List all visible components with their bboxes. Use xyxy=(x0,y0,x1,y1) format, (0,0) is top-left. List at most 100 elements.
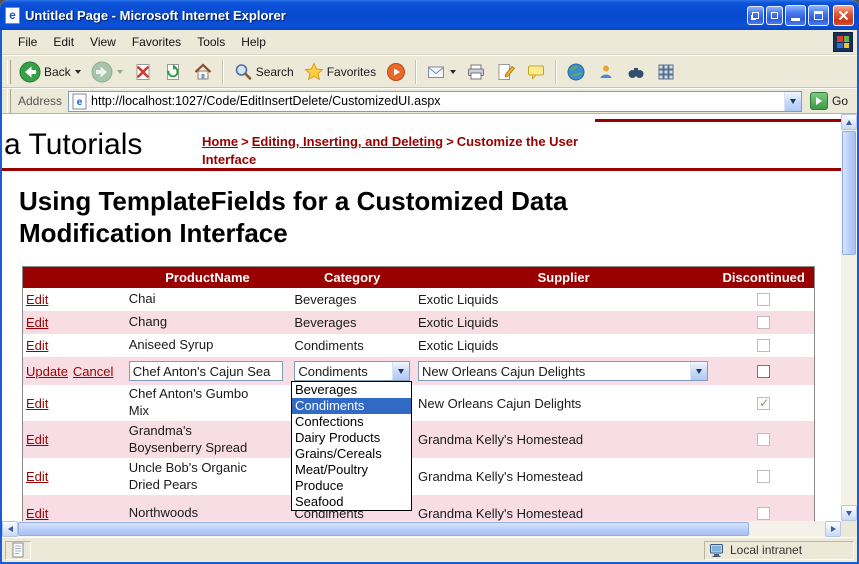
edit-link[interactable]: Edit xyxy=(26,315,48,330)
category-cell: Condiments xyxy=(290,334,414,357)
edit-link[interactable]: Edit xyxy=(26,292,48,307)
stop-button[interactable] xyxy=(128,58,158,86)
header-supplier: Supplier xyxy=(414,267,713,288)
vertical-scrollbar[interactable] xyxy=(841,114,857,521)
media-button[interactable] xyxy=(381,58,411,86)
globe-icon xyxy=(566,62,586,82)
menu-help[interactable]: Help xyxy=(233,32,274,52)
search-button[interactable]: Search xyxy=(228,58,299,86)
menu-file[interactable]: File xyxy=(10,32,45,52)
edit-link[interactable]: Edit xyxy=(26,338,48,353)
edit-button[interactable] xyxy=(491,58,521,86)
menu-tools[interactable]: Tools xyxy=(189,32,233,52)
product-name: Chang xyxy=(129,314,167,331)
back-button[interactable]: Back xyxy=(14,58,86,86)
edit-link[interactable]: Edit xyxy=(26,432,48,447)
toolbar-grip[interactable] xyxy=(7,60,11,84)
scroll-left-button[interactable] xyxy=(2,521,18,537)
horizontal-scrollbar-thumb[interactable] xyxy=(18,522,749,536)
research-button[interactable] xyxy=(561,58,591,86)
document-icon xyxy=(11,542,25,558)
window-tool-button-2[interactable] xyxy=(766,6,783,25)
back-label: Back xyxy=(44,65,71,79)
table-row: Edit Chai Beverages Exotic Liquids xyxy=(23,288,814,311)
address-input[interactable]: e http://localhost:1027/Code/EditInsertD… xyxy=(68,91,802,112)
product-name: Chai xyxy=(129,291,156,308)
print-button[interactable] xyxy=(461,58,491,86)
messenger-icon xyxy=(596,62,616,82)
windows-stack-icon xyxy=(752,12,759,19)
breadcrumb-separator: > xyxy=(238,134,252,149)
back-dropdown-chevron[interactable] xyxy=(75,70,81,74)
forward-dropdown-chevron[interactable] xyxy=(117,70,123,74)
discontinued-checkbox xyxy=(757,293,770,306)
find-button[interactable] xyxy=(621,58,651,86)
select-arrow-button[interactable] xyxy=(392,362,409,380)
header-rule-right xyxy=(595,119,841,122)
menu-edit[interactable]: Edit xyxy=(45,32,82,52)
dropdown-option[interactable]: Grains/Cereals xyxy=(292,446,411,462)
quick-tabs-button[interactable] xyxy=(651,58,681,86)
horizontal-scrollbar[interactable] xyxy=(2,521,841,537)
dropdown-option[interactable]: Seafood xyxy=(292,494,411,510)
arrow-down-icon xyxy=(846,511,852,516)
minimize-button[interactable] xyxy=(785,5,806,26)
dropdown-option-selected[interactable]: Condiments xyxy=(292,398,411,414)
supplier-cell: Exotic Liquids xyxy=(414,334,713,357)
minimize-icon xyxy=(791,18,800,21)
home-button[interactable] xyxy=(188,58,218,86)
refresh-button[interactable] xyxy=(158,58,188,86)
discontinued-checkbox xyxy=(757,339,770,352)
window-tool-button-1[interactable] xyxy=(747,6,764,25)
select-arrow-button[interactable] xyxy=(690,362,707,380)
close-button[interactable] xyxy=(833,5,854,26)
breadcrumb-section-link[interactable]: Editing, Inserting, and Deleting xyxy=(252,134,443,149)
favorites-button[interactable]: Favorites xyxy=(299,58,381,86)
table-row: Edit Aniseed Syrup Condiments Exotic Liq… xyxy=(23,334,814,357)
dropdown-option[interactable]: Produce xyxy=(292,478,411,494)
messenger-button[interactable] xyxy=(591,58,621,86)
breadcrumb-home-link[interactable]: Home xyxy=(202,134,238,149)
status-page-pane xyxy=(5,541,31,560)
discuss-button[interactable] xyxy=(521,58,551,86)
forward-button[interactable] xyxy=(86,58,128,86)
dropdown-option[interactable]: Meat/Poultry xyxy=(292,462,411,478)
refresh-icon xyxy=(163,62,183,82)
update-link[interactable]: Update xyxy=(26,364,68,379)
toolbar-separator xyxy=(415,60,417,84)
scroll-down-button[interactable] xyxy=(841,505,857,521)
mail-button[interactable] xyxy=(421,58,461,86)
scroll-up-button[interactable] xyxy=(841,114,857,130)
cancel-link[interactable]: Cancel xyxy=(73,364,113,379)
edit-link[interactable]: Edit xyxy=(26,396,48,411)
title-bar[interactable]: e Untitled Page - Microsoft Internet Exp… xyxy=(0,0,859,30)
supplier-select[interactable]: New Orleans Cajun Delights xyxy=(418,361,708,381)
vertical-scrollbar-thumb[interactable] xyxy=(842,131,856,255)
mail-dropdown-chevron[interactable] xyxy=(450,70,456,74)
dropdown-option[interactable]: Confections xyxy=(292,414,411,430)
edit-link[interactable]: Edit xyxy=(26,506,48,521)
go-button[interactable]: Go xyxy=(808,91,853,111)
scroll-right-button[interactable] xyxy=(825,521,841,537)
product-name: Aniseed Syrup xyxy=(129,337,214,354)
menu-view[interactable]: View xyxy=(82,32,124,52)
product-name-input[interactable]: Chef Anton's Cajun Sea xyxy=(129,361,283,381)
toolbar-separator xyxy=(222,60,224,84)
edit-link[interactable]: Edit xyxy=(26,469,48,484)
discuss-icon xyxy=(526,62,546,82)
ie-page-icon: e xyxy=(5,7,20,24)
supplier-cell: Exotic Liquids xyxy=(414,311,713,334)
maximize-button[interactable] xyxy=(808,5,829,26)
menu-favorites[interactable]: Favorites xyxy=(124,32,189,52)
category-select[interactable]: Condiments xyxy=(294,361,410,381)
dropdown-option[interactable]: Beverages xyxy=(292,382,411,398)
addressbar-grip[interactable] xyxy=(7,89,11,113)
print-icon xyxy=(466,62,486,82)
products-grid: ProductName Category Supplier Discontinu… xyxy=(22,266,815,533)
category-cell: Beverages xyxy=(290,288,414,311)
discontinued-checkbox[interactable] xyxy=(757,365,770,378)
forward-icon xyxy=(91,61,113,83)
supplier-select-value: New Orleans Cajun Delights xyxy=(419,364,690,379)
address-dropdown-button[interactable] xyxy=(784,92,801,111)
dropdown-option[interactable]: Dairy Products xyxy=(292,430,411,446)
